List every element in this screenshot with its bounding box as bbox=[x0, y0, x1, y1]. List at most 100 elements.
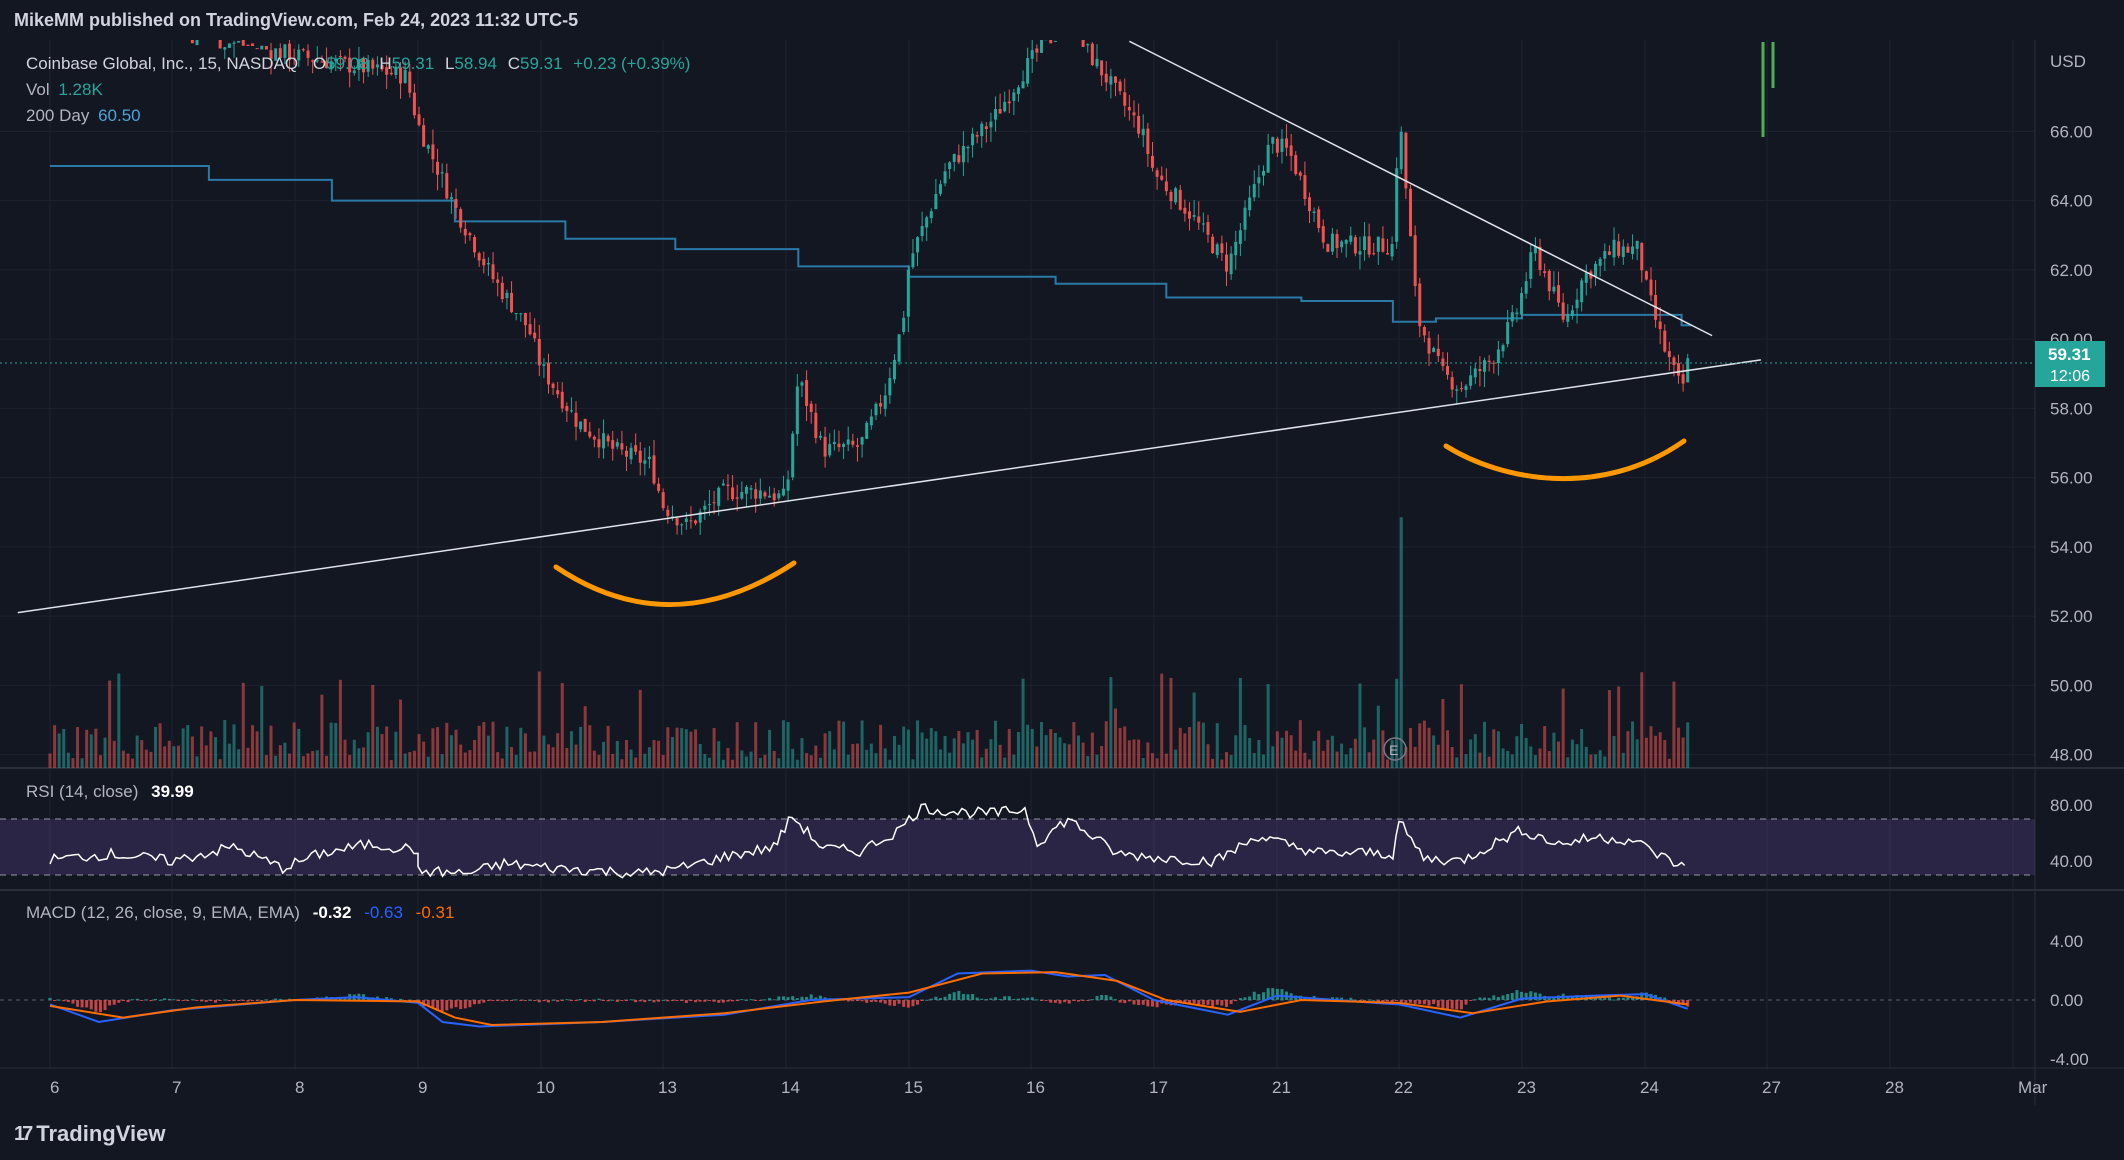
candle-body bbox=[938, 184, 942, 194]
volume-bar bbox=[158, 723, 162, 768]
candle-body bbox=[879, 403, 883, 407]
tradingview-logo[interactable]: 17 TradingView bbox=[14, 1121, 165, 1147]
price-tick-label: 62.00 bbox=[2050, 261, 2093, 280]
candle-body bbox=[1349, 235, 1353, 242]
macd-hist-bar bbox=[998, 998, 1002, 1000]
candle-body bbox=[1580, 280, 1584, 303]
candle-body bbox=[989, 121, 993, 128]
volume-bar bbox=[204, 745, 208, 768]
volume-bar bbox=[1206, 744, 1210, 768]
candle-body bbox=[473, 237, 477, 253]
macd-hist-bar bbox=[1427, 1000, 1431, 1006]
candle-body bbox=[1363, 236, 1367, 250]
volume-bar bbox=[565, 747, 569, 768]
candle-body bbox=[1358, 251, 1362, 255]
candle-body bbox=[1644, 271, 1648, 280]
candle-body bbox=[689, 520, 693, 522]
time-tick-label: 23 bbox=[1517, 1078, 1536, 1097]
candle-body bbox=[1137, 115, 1141, 134]
macd-hist-bar bbox=[1413, 1000, 1417, 1004]
candle-body bbox=[652, 455, 656, 484]
macd-hist-bar bbox=[112, 1000, 116, 1005]
candle-body bbox=[1109, 76, 1113, 85]
volume-bar bbox=[223, 720, 227, 768]
candle-body bbox=[1603, 251, 1607, 259]
candle-body bbox=[1552, 286, 1556, 292]
candle-body bbox=[1538, 246, 1542, 270]
volume-bar bbox=[1271, 746, 1275, 768]
volume-bar bbox=[1090, 732, 1094, 768]
macd-hist-bar bbox=[1418, 1000, 1422, 1005]
price-tick-label: 64.00 bbox=[2050, 192, 2093, 211]
volume-bar bbox=[1515, 736, 1519, 768]
time-tick-label: 16 bbox=[1026, 1078, 1045, 1097]
candle-body bbox=[712, 502, 716, 504]
macd-hist-bar bbox=[1262, 992, 1266, 1000]
macd-hist-bar bbox=[463, 1000, 467, 1009]
candle-body bbox=[422, 125, 426, 147]
volume-bar bbox=[754, 722, 758, 768]
candle-body bbox=[1427, 337, 1431, 354]
volume-bar bbox=[1649, 726, 1653, 768]
candle-body bbox=[579, 421, 583, 430]
macd-hist-bar bbox=[89, 1000, 93, 1010]
volume-bar bbox=[1432, 735, 1436, 768]
volume-label: Vol bbox=[26, 80, 50, 99]
macd-hist-bar bbox=[496, 1000, 500, 1001]
volume-bar bbox=[135, 735, 139, 768]
macd-hist-bar bbox=[1349, 997, 1353, 1000]
volume-bar bbox=[76, 727, 80, 768]
candle-body bbox=[1271, 137, 1275, 144]
volume-bar bbox=[925, 738, 929, 768]
volume-legend[interactable]: Vol 1.28K bbox=[26, 80, 103, 100]
volume-bar bbox=[311, 751, 315, 768]
macd-hist-bar bbox=[744, 999, 748, 1001]
macd-hist-bar bbox=[1506, 994, 1510, 1000]
price-tick-label: 58.00 bbox=[2050, 399, 2093, 418]
macd-hist-bar bbox=[643, 1000, 647, 1003]
candle-body bbox=[1113, 76, 1117, 83]
ma-legend[interactable]: 200 Day 60.50 bbox=[26, 106, 141, 126]
macd-hist-bar bbox=[846, 1000, 850, 1002]
macd-hist-bar bbox=[670, 1000, 674, 1001]
symbol-legend[interactable]: Coinbase Global, Inc., 15, NASDAQ O59.08… bbox=[26, 54, 690, 74]
macd-hist-bar bbox=[574, 1000, 578, 1001]
macd-hist-bar bbox=[1385, 1000, 1389, 1002]
volume-bar bbox=[1137, 739, 1141, 768]
volume-bar bbox=[689, 731, 693, 768]
candle-body bbox=[602, 433, 606, 449]
macd-hist-bar bbox=[1076, 1000, 1080, 1002]
macd-hist-bar bbox=[961, 994, 965, 1000]
volume-bar bbox=[510, 746, 514, 768]
macd-hist-bar bbox=[689, 1000, 693, 1001]
candle-body bbox=[537, 338, 541, 366]
macd-hist-bar bbox=[131, 999, 135, 1001]
macd-legend[interactable]: MACD (12, 26, close, 9, EMA, EMA) -0.32 … bbox=[26, 903, 454, 923]
volume-bar bbox=[606, 725, 610, 768]
macd-hist-bar bbox=[606, 1000, 610, 1002]
candle-body bbox=[463, 228, 467, 236]
candle-body bbox=[546, 362, 550, 385]
volume-bar bbox=[1192, 692, 1196, 768]
candle-body bbox=[606, 435, 610, 442]
symbol-name[interactable]: Coinbase Global, Inc., 15, NASDAQ bbox=[26, 54, 298, 73]
volume-bar bbox=[214, 737, 218, 768]
price-tick-label: 66.00 bbox=[2050, 122, 2093, 141]
macd-hist-bar bbox=[1612, 999, 1616, 1001]
candle-body bbox=[911, 253, 915, 268]
volume-bar bbox=[172, 746, 176, 768]
published-by-label: MikeMM published on TradingView.com, Feb… bbox=[14, 10, 579, 30]
candle-body bbox=[412, 92, 416, 116]
volume-bar bbox=[800, 738, 804, 768]
volume-bar bbox=[1030, 728, 1034, 768]
candle-body bbox=[1169, 191, 1173, 202]
macd-hist-bar bbox=[879, 1000, 883, 1003]
volume-bar bbox=[906, 729, 910, 768]
rsi-legend[interactable]: RSI (14, close) 39.99 bbox=[26, 782, 194, 802]
candle-body bbox=[768, 495, 772, 498]
candle-body bbox=[454, 199, 458, 208]
macd-hist-bar bbox=[1150, 1000, 1154, 1007]
chart-canvas[interactable]: E 48.00 50.00 52.00 54.00 56.00 58.00 6 0.00 62.0… bbox=[0, 40, 2124, 1105]
macd-hist-bar bbox=[1436, 1000, 1440, 1007]
candle-body bbox=[482, 258, 486, 266]
